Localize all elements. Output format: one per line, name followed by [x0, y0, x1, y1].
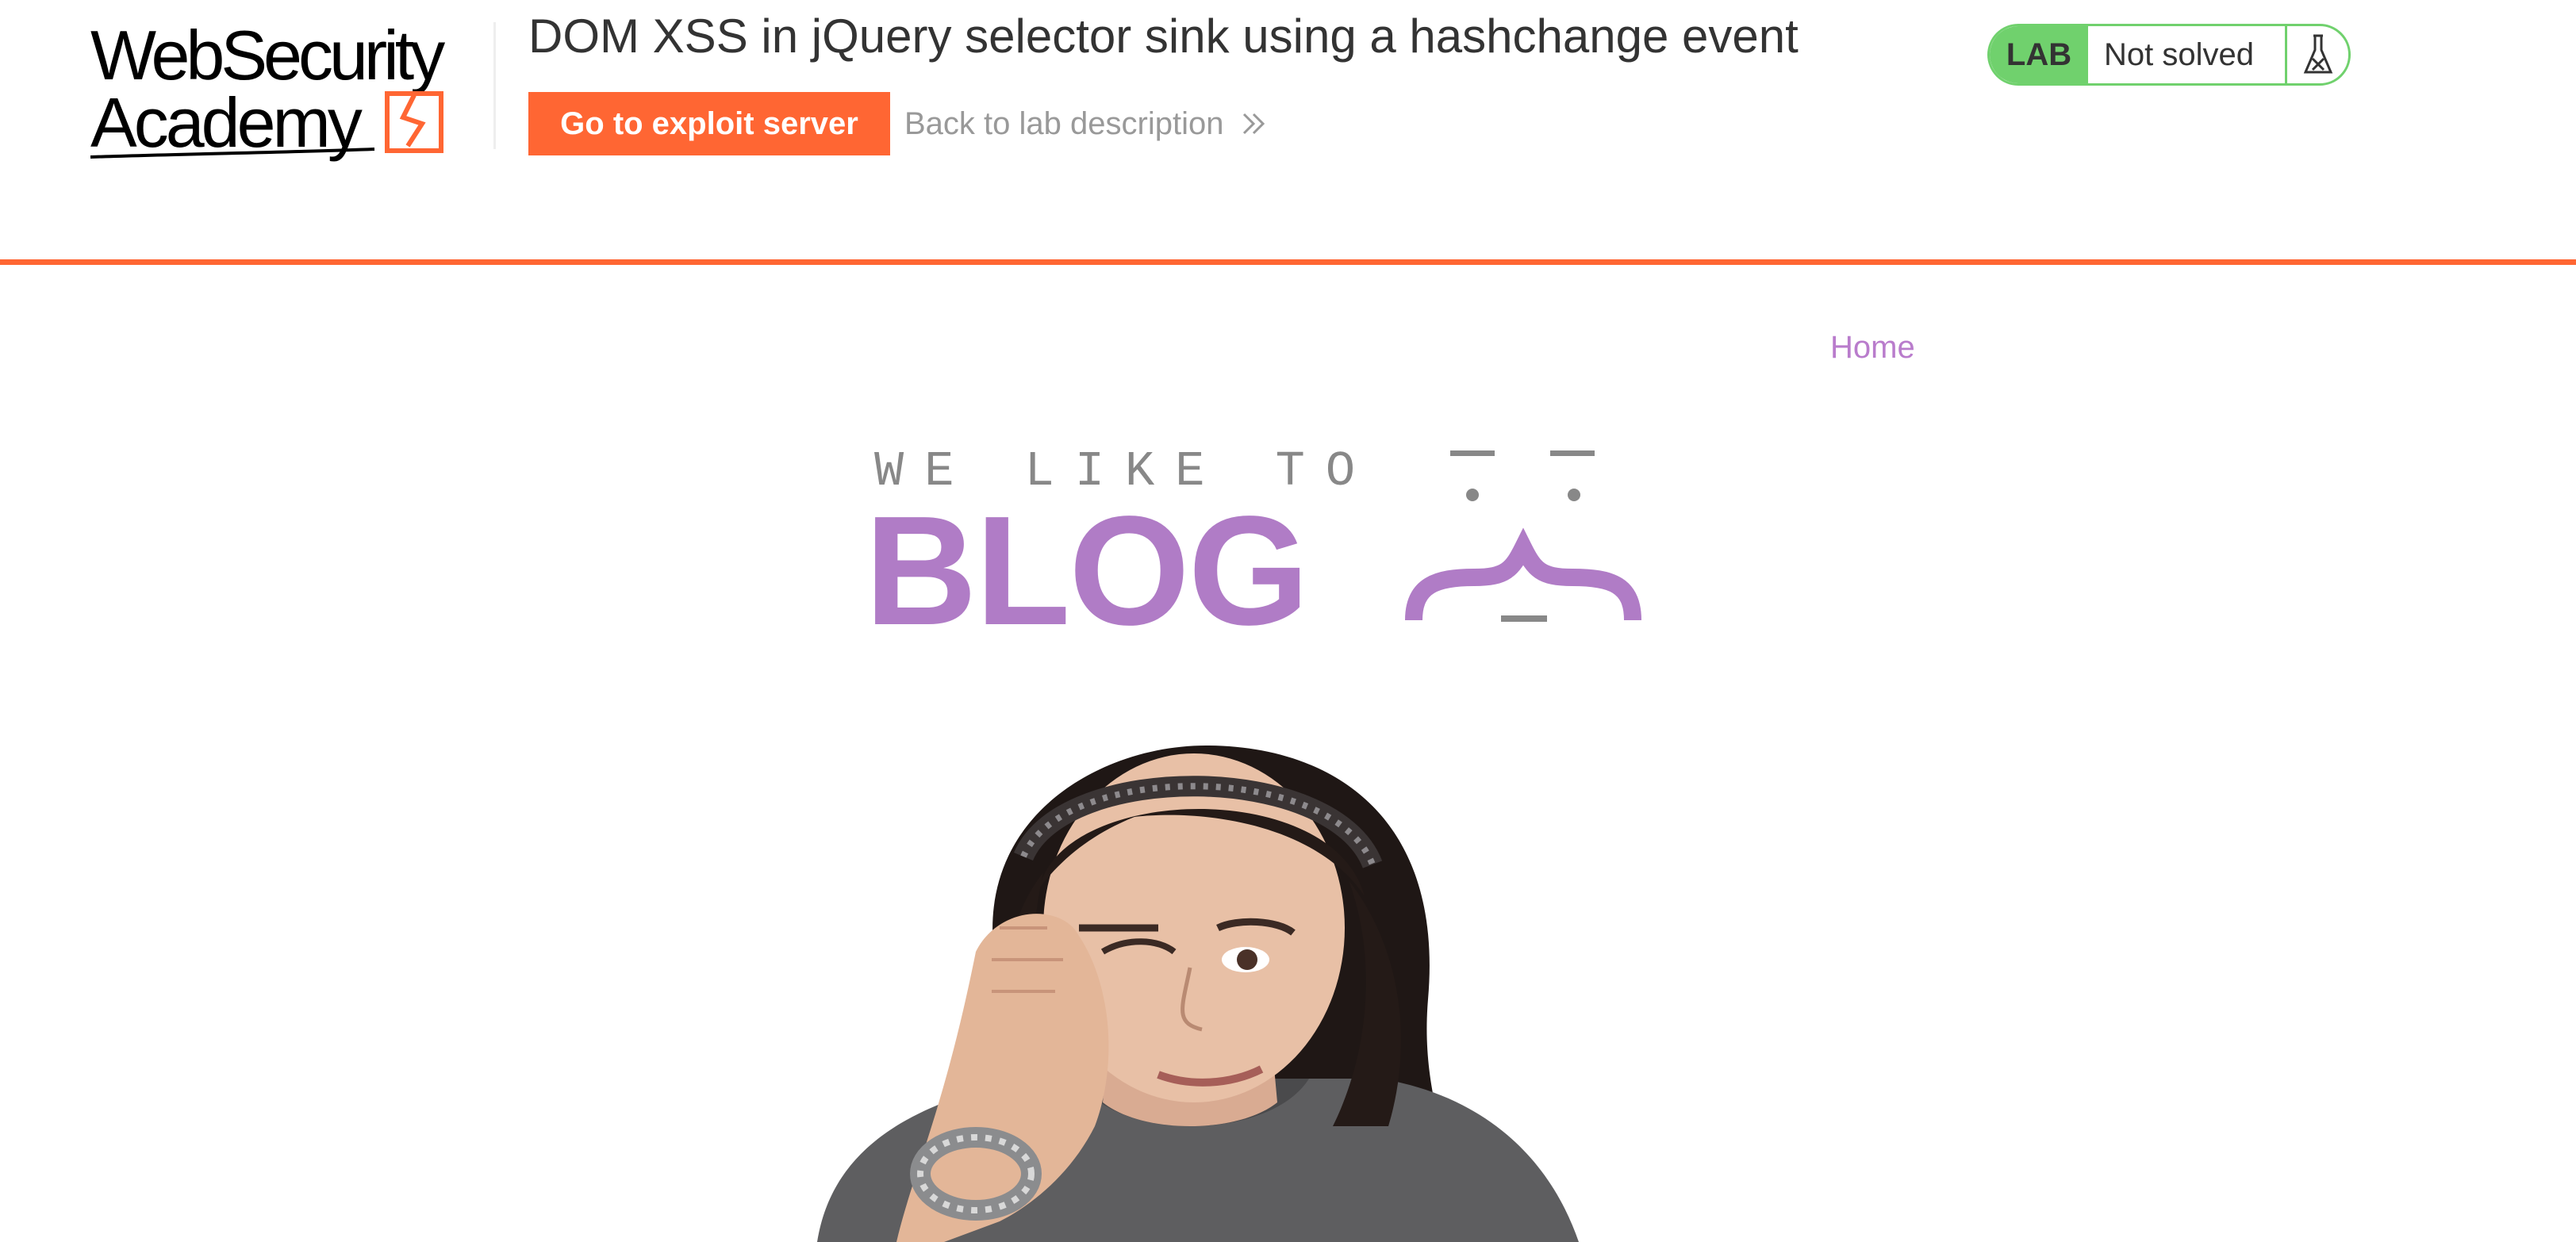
page: WebSecurity Academy DOM XSS in jQuery se… [0, 0, 2576, 1242]
lab-badge: LAB [1990, 26, 2088, 83]
flask-icon-box [2285, 26, 2348, 83]
back-to-lab-description-link[interactable]: Back to lab description [904, 102, 1268, 146]
lab-title: DOM XSS in jQuery selector sink using a … [528, 10, 1799, 63]
nav-home-link[interactable]: Home [1830, 325, 1915, 370]
lab-status-text: Not solved [2104, 36, 2254, 72]
back-link-label: Back to lab description [904, 106, 1224, 141]
blog-face-icon [1405, 450, 1641, 622]
lab-status-widget: LAB Not solved [1987, 24, 2351, 86]
header-orange-rule [0, 259, 2576, 265]
academy-header: WebSecurity Academy DOM XSS in jQuery se… [0, 0, 2576, 262]
blog-banner: WE LIKE TO BLOG [865, 436, 1641, 649]
banner-blog-word: BLOG [865, 484, 1309, 657]
flask-icon [2303, 34, 2332, 74]
logo-divider [493, 22, 496, 149]
hero-image-bored-girl [817, 746, 1579, 1242]
go-to-exploit-server-button[interactable]: Go to exploit server [528, 92, 890, 155]
web-security-academy-logo[interactable]: WebSecurity Academy [89, 16, 493, 167]
chevrons-right-icon [1243, 113, 1265, 135]
